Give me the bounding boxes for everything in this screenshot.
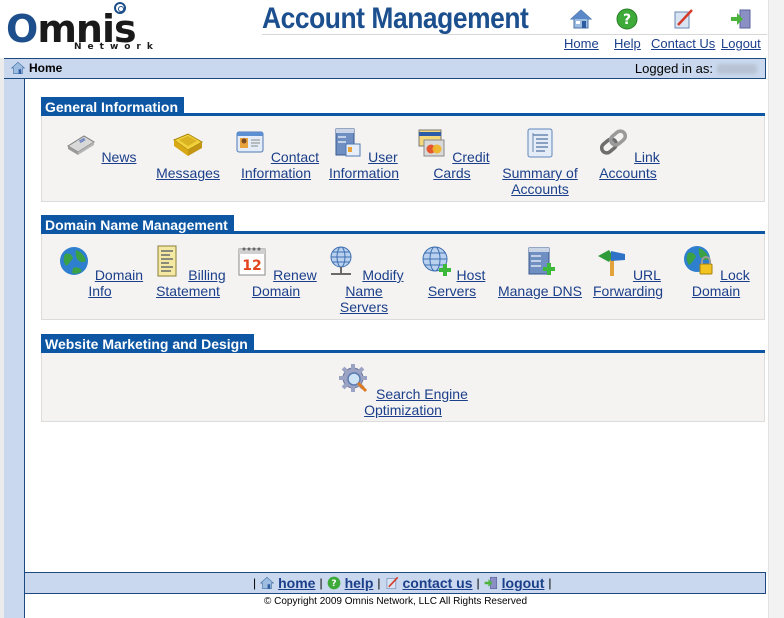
footer-logout-link[interactable]: logout: [502, 575, 545, 591]
svg-text:?: ?: [331, 579, 336, 589]
footer-links: | home | ? help | contact us | logout |: [253, 575, 552, 591]
signpost-icon: [598, 250, 626, 276]
section-title: Domain Name Management: [41, 215, 234, 234]
contact-icon: [674, 9, 694, 29]
section-title: Website Marketing and Design: [41, 334, 254, 353]
calendar-icon: 12: [238, 247, 266, 276]
calendar-day: 12: [243, 258, 262, 274]
help-icon: ?: [327, 576, 340, 590]
separator: |: [253, 576, 257, 590]
section-header: Website Marketing and Design: [41, 334, 765, 353]
left-frame: [4, 79, 25, 618]
header-contact-label: Contact Us: [651, 36, 716, 51]
header-home-link[interactable]: Home: [564, 8, 599, 51]
home-icon: [570, 9, 593, 29]
item-user-information[interactable]: User Information: [320, 126, 408, 201]
logged-in-label: Logged in as:: [634, 61, 713, 76]
item-label: Domain Info: [88, 267, 144, 299]
copyright: © Copyright 2009 Omnis Network, LLC All …: [263, 596, 528, 607]
home-icon: [11, 61, 25, 75]
tree-list-icon: [527, 128, 553, 158]
section-header: General Information: [41, 97, 765, 116]
scrollbar-track[interactable]: [768, 0, 784, 618]
item-label: Search Engine Optimization: [364, 386, 468, 418]
item-contact-information[interactable]: Contact Information: [232, 126, 320, 201]
newspaper-icon: [66, 135, 95, 155]
item-renew-domain[interactable]: 12 Renew Domain: [232, 244, 320, 319]
footer-nav-bar: | home | ? help | contact us | logout |: [25, 572, 766, 594]
item-label: News: [101, 149, 137, 165]
help-icon: ?: [616, 8, 638, 30]
redacted-username: [717, 63, 757, 74]
header-logout-link[interactable]: Logout: [721, 8, 761, 51]
item-manage-dns[interactable]: Manage DNS: [496, 244, 584, 319]
item-summary-of-accounts[interactable]: Summary of Accounts: [496, 126, 584, 201]
user-server-icon: [335, 128, 361, 157]
credit-card-icon: [418, 129, 445, 157]
svg-text:?: ?: [623, 12, 631, 28]
nav-bar: Home Logged in as:: [4, 58, 766, 79]
item-search-engine-optimization[interactable]: Search Engine Optimization: [303, 363, 503, 421]
item-url-forwarding[interactable]: URL Forwarding: [584, 244, 672, 319]
logged-in-status: Logged in as:: [635, 61, 757, 76]
separator: |: [548, 576, 552, 590]
item-label: Summary of Accounts: [502, 165, 578, 197]
id-card-icon: [236, 131, 264, 153]
item-label: Manage DNS: [497, 283, 583, 299]
item-host-servers[interactable]: Host Servers: [408, 244, 496, 319]
network-globe-icon: [330, 246, 352, 275]
chain-link-icon: [600, 129, 628, 155]
section-header: Domain Name Management: [41, 215, 765, 234]
header-help-link[interactable]: ? Help: [614, 8, 641, 51]
separator: |: [319, 576, 323, 590]
item-billing-statement[interactable]: Billing Statement: [144, 244, 232, 319]
item-label: Messages: [156, 165, 220, 181]
globe-icon: [59, 247, 88, 275]
header-help-label: Help: [614, 36, 641, 51]
section-title: General Information: [41, 97, 185, 116]
gear-search-icon: [339, 364, 368, 393]
footer-contact-link[interactable]: contact us: [403, 575, 473, 591]
home-icon: [260, 576, 275, 590]
contact-icon: [386, 576, 398, 590]
globe-lock-icon: [684, 246, 713, 275]
section-body: Search Engine Optimization: [41, 353, 765, 422]
item-link-accounts[interactable]: Link Accounts: [584, 126, 672, 201]
section-body: News Messages Contact Information User I…: [41, 116, 765, 202]
header-contact-link[interactable]: Contact Us: [651, 8, 715, 51]
section-website-marketing-and-design: Website Marketing and Design Search Engi…: [41, 334, 765, 422]
breadcrumb[interactable]: Home: [11, 61, 62, 75]
item-credit-cards[interactable]: Credit Cards: [408, 126, 496, 201]
omnis-logo: Omnis Network: [6, 2, 166, 54]
main-content: General Information News Messages Contac…: [25, 79, 766, 572]
logo-initial: O: [6, 7, 38, 51]
breadcrumb-home: Home: [29, 61, 63, 75]
item-domain-info[interactable]: Domain Info: [56, 244, 144, 319]
separator: |: [476, 576, 480, 590]
item-lock-domain[interactable]: Lock Domain: [672, 244, 760, 319]
logout-icon: [484, 576, 497, 590]
logo-subtitle: Network: [74, 42, 159, 52]
section-body: Domain Info Billing Statement 12 Renew D…: [41, 234, 765, 320]
item-news[interactable]: News: [56, 126, 144, 201]
section-general-information: General Information News Messages Contac…: [41, 97, 765, 202]
statement-icon: [157, 245, 177, 277]
page-title: Account Management: [262, 2, 529, 35]
separator: |: [377, 576, 381, 590]
item-messages[interactable]: Messages: [144, 126, 232, 201]
globe-add-icon: [422, 246, 451, 276]
inbox-tray-icon: [172, 133, 204, 156]
header-home-label: Home: [564, 36, 599, 51]
footer-help-link[interactable]: help: [345, 575, 374, 591]
header-logout-label: Logout: [721, 36, 761, 51]
server-add-icon: [528, 247, 555, 275]
section-domain-name-management: Domain Name Management Domain Info Billi…: [41, 215, 765, 320]
footer-home-link[interactable]: home: [278, 575, 315, 591]
logout-icon: [730, 9, 751, 29]
item-modify-name-servers[interactable]: Modify Name Servers: [320, 244, 408, 319]
